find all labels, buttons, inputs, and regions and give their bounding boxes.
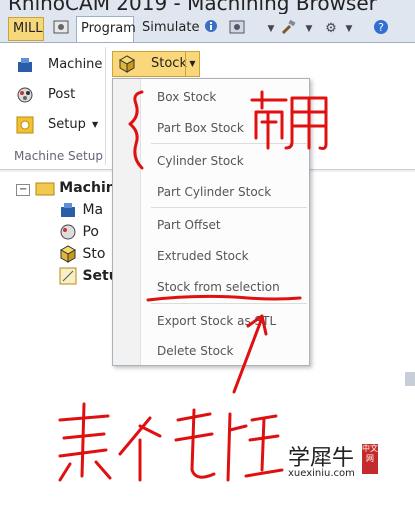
menu-item-delete-stock[interactable]: Delete Stock [157, 341, 233, 361]
menu-item-part-box-stock[interactable]: Part Box Stock [157, 118, 244, 138]
stock-dropdown-arrow[interactable]: ▼ [185, 52, 199, 76]
post-icon [17, 87, 33, 103]
menu-divider [151, 207, 307, 208]
collapse-toggle-icon[interactable]: − [16, 184, 31, 196]
info-icon[interactable] [202, 19, 220, 39]
tab-program[interactable]: Program [76, 16, 136, 43]
post-icon [60, 224, 76, 240]
menu-item-box-stock[interactable]: Box Stock [157, 87, 216, 107]
help-icon[interactable]: ? [372, 19, 390, 39]
chevron-down-icon: ▼ [92, 120, 99, 129]
menu-item-part-offset[interactable]: Part Offset [157, 215, 221, 235]
window-title: RhinoCAM 2019 - Machining Browser [8, 0, 377, 14]
post-button[interactable]: Post [16, 83, 102, 107]
menu-item-part-cylinder-stock[interactable]: Part Cylinder Stock [157, 182, 271, 202]
setup-icon [16, 116, 34, 134]
gear-icon[interactable]: ⚙ [322, 19, 340, 39]
tab-mill[interactable]: MILL [8, 17, 44, 41]
tools-icon[interactable] [280, 19, 298, 39]
chevron-down-icon[interactable]: ▼ [340, 19, 358, 39]
ribbon-separator [105, 47, 106, 165]
stock-cube-icon [59, 245, 77, 263]
stock-dropdown-menu: Box Stock Part Box Stock Cylinder Stock … [112, 78, 310, 366]
settings-panel-icon[interactable] [228, 19, 246, 39]
tab-app-icon[interactable] [48, 18, 72, 40]
tab-simulate[interactable]: Simulate [138, 16, 199, 42]
tree-item-root[interactable]: − Machin [16, 178, 116, 198]
watermark-logo: 学犀牛 xuexiniu.com 中文网 [284, 440, 384, 484]
machine-icon [61, 203, 75, 217]
stock-cube-icon [118, 55, 136, 73]
chevron-down-icon[interactable]: ▼ [262, 19, 280, 39]
machine-icon [18, 58, 32, 72]
menu-divider [151, 143, 307, 144]
tree-item-post[interactable]: Po [58, 222, 99, 242]
menu-item-extruded-stock[interactable]: Extruded Stock [157, 246, 249, 266]
tree-item-machine[interactable]: Ma [58, 200, 103, 220]
setup-button[interactable]: Setup ▼ [16, 113, 102, 137]
menu-divider [151, 303, 307, 304]
menu-gutter [113, 79, 141, 365]
menu-item-export-stock-stl[interactable]: Export Stock as STL [157, 311, 276, 331]
group-label-machine-setup: Machine Setup [14, 149, 103, 163]
menu-item-cylinder-stock[interactable]: Cylinder Stock [157, 151, 244, 171]
svg-text:?: ? [378, 21, 384, 34]
folder-icon [35, 182, 55, 196]
menu-item-stock-from-selection[interactable]: Stock from selection [157, 277, 280, 297]
ribbon-tab-row: MILL Program Simulate ▼ ▼ ⚙ ▼ ? [0, 14, 415, 43]
setup-icon [59, 267, 77, 285]
window-title-bar: RhinoCAM 2019 - Machining Browser [0, 0, 415, 14]
chevron-down-icon[interactable]: ▼ [300, 19, 318, 39]
scrollbar-stub[interactable] [405, 372, 415, 386]
app-gear-icon [53, 20, 69, 34]
tree-item-setup[interactable]: Setu [58, 266, 119, 286]
machine-button[interactable]: Machine [16, 53, 102, 77]
stock-button[interactable]: Stock ▼ [112, 51, 200, 77]
tree-item-stock[interactable]: Sto [58, 244, 105, 264]
